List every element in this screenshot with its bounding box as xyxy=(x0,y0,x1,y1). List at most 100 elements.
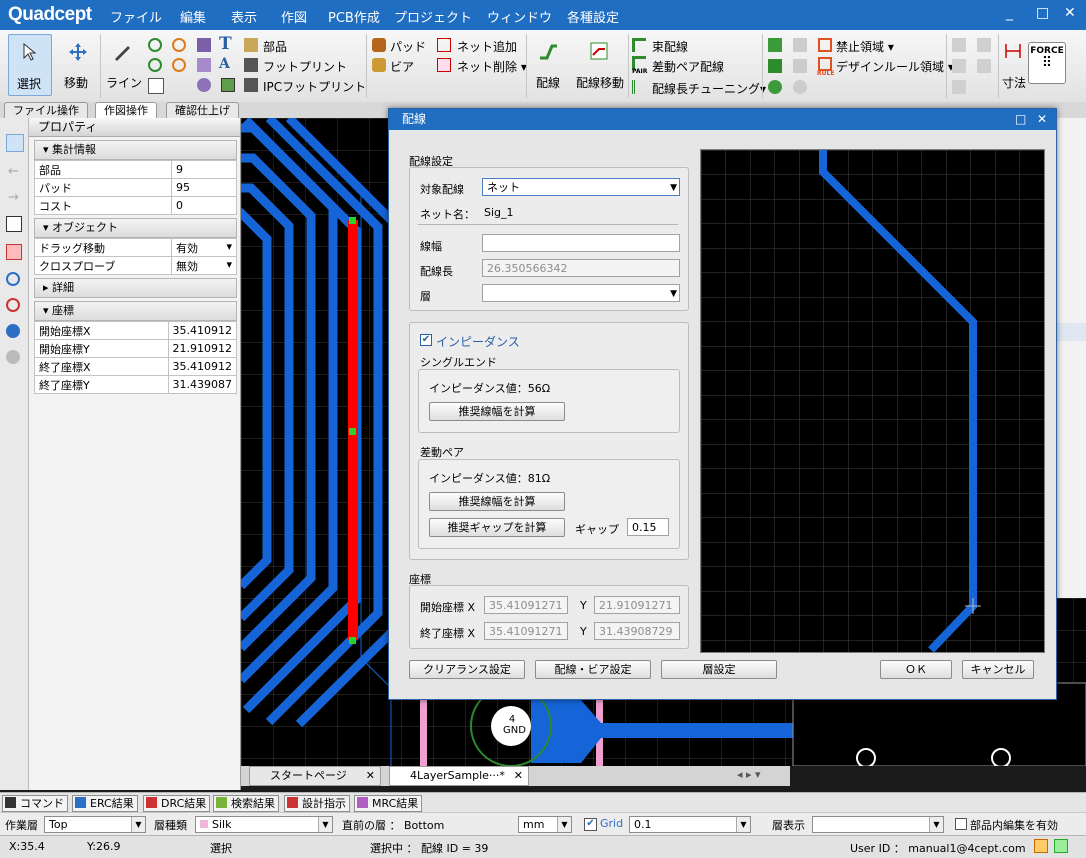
arc-3pt-icon[interactable] xyxy=(172,58,186,72)
tab-4layer-sample[interactable]: 4LayerSample···* ✕ xyxy=(389,766,529,786)
impedance-checkbox[interactable]: ✔ xyxy=(420,334,432,346)
line-tool-button[interactable]: ライン xyxy=(104,34,142,94)
menu-edit[interactable]: 編集 xyxy=(180,7,206,26)
tab-start-page[interactable]: スタートページ ✕ xyxy=(249,766,381,786)
via-button[interactable]: ビア xyxy=(390,58,414,75)
net-add-button[interactable]: ネット追加 xyxy=(457,38,517,55)
coord-section-header[interactable]: ▾ 座標 xyxy=(34,301,237,321)
align5-icon[interactable] xyxy=(952,80,966,94)
rect-icon[interactable] xyxy=(197,58,211,72)
circle-icon[interactable] xyxy=(197,78,211,92)
menu-pcb[interactable]: PCB作成 xyxy=(328,7,380,26)
calc-width-button[interactable]: 推奨線幅を計算 xyxy=(429,402,565,421)
fill-gray-icon[interactable] xyxy=(793,59,807,73)
layer-settings-button[interactable]: 層設定 xyxy=(661,660,777,679)
keepout-button[interactable]: 禁止領域 ▾ xyxy=(836,38,894,55)
layer-green-icon[interactable] xyxy=(768,38,782,52)
circle-gray-icon[interactable] xyxy=(793,80,807,94)
tab-command[interactable]: コマンド xyxy=(2,795,68,812)
maximize-button[interactable]: □ xyxy=(1036,5,1049,21)
circle-2-icon[interactable] xyxy=(148,38,162,52)
length-input[interactable]: 26.350566342 xyxy=(482,259,680,277)
tab-design-instruction[interactable]: 設計指示 xyxy=(284,795,350,812)
calc-gap-button[interactable]: 推奨ギャップを計算 xyxy=(429,518,565,537)
menu-file[interactable]: ファイル xyxy=(110,7,162,26)
select-tool-button[interactable]: 選択 xyxy=(8,34,52,96)
end-y-input[interactable]: 31.43908729 xyxy=(594,622,680,640)
diff-pair-button[interactable]: 差動ペア配線 xyxy=(652,58,724,75)
tab-draw-ops[interactable]: 作図操作 xyxy=(95,102,157,119)
length-tuning-button[interactable]: 配線長チューニング▾ xyxy=(652,80,766,97)
image-icon[interactable] xyxy=(221,78,235,92)
pad-button[interactable]: パッド xyxy=(390,38,426,55)
work-layer-select[interactable]: Top ▼ xyxy=(44,816,146,833)
menu-view[interactable]: 表示 xyxy=(231,7,257,26)
tab-mrc[interactable]: MRC結果 xyxy=(354,795,423,812)
start-y-input[interactable]: 21.91091271 xyxy=(594,596,680,614)
menu-project[interactable]: プロジェクト xyxy=(394,7,472,26)
zoom-out-icon[interactable] xyxy=(6,298,20,312)
part-button[interactable]: 部品 xyxy=(263,38,287,55)
layer-select[interactable]: ▼ xyxy=(482,284,680,302)
ipc-footprint-button[interactable]: IPCフットプリント xyxy=(263,78,366,95)
tab-file-ops[interactable]: ファイル操作 xyxy=(4,102,88,119)
cancel-button[interactable]: キャンセル xyxy=(962,660,1034,679)
arc-tool-icon[interactable] xyxy=(172,38,186,52)
move-tool-button[interactable]: 移動 xyxy=(60,34,96,94)
arc-icon[interactable] xyxy=(148,78,164,94)
text-icon[interactable]: T xyxy=(219,34,232,54)
calc-width2-button[interactable]: 推奨線幅を計算 xyxy=(429,492,565,511)
text-attr-icon[interactable]: A xyxy=(219,56,230,72)
layer-display-select[interactable]: ▼ xyxy=(812,816,944,833)
circle-green-icon[interactable] xyxy=(768,80,782,94)
gap-input[interactable]: 0.15 xyxy=(627,518,669,536)
layer-type-select[interactable]: Silk ▼ xyxy=(195,816,333,833)
menu-window[interactable]: ウィンドウ xyxy=(487,7,552,26)
route-via-settings-button[interactable]: 配線・ビア設定 xyxy=(535,660,651,679)
grid-checkbox[interactable]: ✔ xyxy=(584,818,597,831)
pointer-icon[interactable] xyxy=(6,134,24,152)
gear-gray-icon[interactable] xyxy=(6,350,20,364)
layer-gray-icon[interactable] xyxy=(793,38,807,52)
part-edit-checkbox[interactable] xyxy=(955,818,967,830)
menu-draw[interactable]: 作図 xyxy=(281,7,307,26)
close-icon[interactable]: ✕ xyxy=(514,767,523,785)
tab-drc[interactable]: DRC結果 xyxy=(143,795,211,812)
fill-icon[interactable] xyxy=(768,59,782,73)
tab-check-finish[interactable]: 確認仕上げ xyxy=(166,102,239,119)
close-button[interactable]: ✕ xyxy=(1064,5,1076,21)
design-rule-button[interactable]: デザインルール領域 ▾ xyxy=(836,58,954,75)
minimize-button[interactable]: _ xyxy=(1006,5,1013,21)
close-icon[interactable]: ✕ xyxy=(366,767,375,785)
tab-erc[interactable]: ERC結果 xyxy=(72,795,138,812)
drag-move-select[interactable]: 有効 ▾ xyxy=(171,238,237,257)
forward-icon[interactable]: → xyxy=(8,190,19,205)
back-icon[interactable]: ← xyxy=(8,164,19,179)
footprint-button[interactable]: フットプリント xyxy=(263,58,347,75)
target-select[interactable]: ネット ▼ xyxy=(482,178,680,196)
clearance-settings-button[interactable]: クリアランス設定 xyxy=(409,660,525,679)
width-input[interactable] xyxy=(482,234,680,252)
check-icon[interactable] xyxy=(1054,839,1068,853)
tab-search[interactable]: 検索結果 xyxy=(213,795,279,812)
summary-section-header[interactable]: ▾ 集計情報 xyxy=(34,140,237,160)
unit-select[interactable]: mm ▼ xyxy=(518,816,572,833)
object-section-header[interactable]: ▾ オブジェクト xyxy=(34,218,237,238)
end-x-input[interactable]: 35.41091271 xyxy=(484,622,568,640)
align-icon[interactable] xyxy=(952,38,966,52)
circle-3-icon[interactable] xyxy=(148,58,162,72)
gear-icon[interactable] xyxy=(6,324,20,338)
align4-icon[interactable] xyxy=(977,59,991,73)
bundle-route-button[interactable]: 束配線 xyxy=(652,38,688,55)
route-move-button[interactable]: 配線移動 xyxy=(570,34,626,94)
dialog-close-button[interactable]: ✕ xyxy=(1037,109,1047,130)
menu-settings[interactable]: 各種設定 xyxy=(567,7,619,26)
tab-scroll-arrows[interactable]: ◂ ▸ ▾ xyxy=(737,768,761,781)
save-icon[interactable] xyxy=(6,216,22,232)
dimension-button[interactable]: 寸法 xyxy=(1002,34,1026,94)
align2-icon[interactable] xyxy=(977,38,991,52)
ok-button[interactable]: ＯＫ xyxy=(880,660,952,679)
detail-section-header[interactable]: ▸ 詳細 xyxy=(34,278,237,298)
edit-icon[interactable] xyxy=(1034,839,1048,853)
dialog-maximize-button[interactable]: □ xyxy=(1015,109,1026,130)
